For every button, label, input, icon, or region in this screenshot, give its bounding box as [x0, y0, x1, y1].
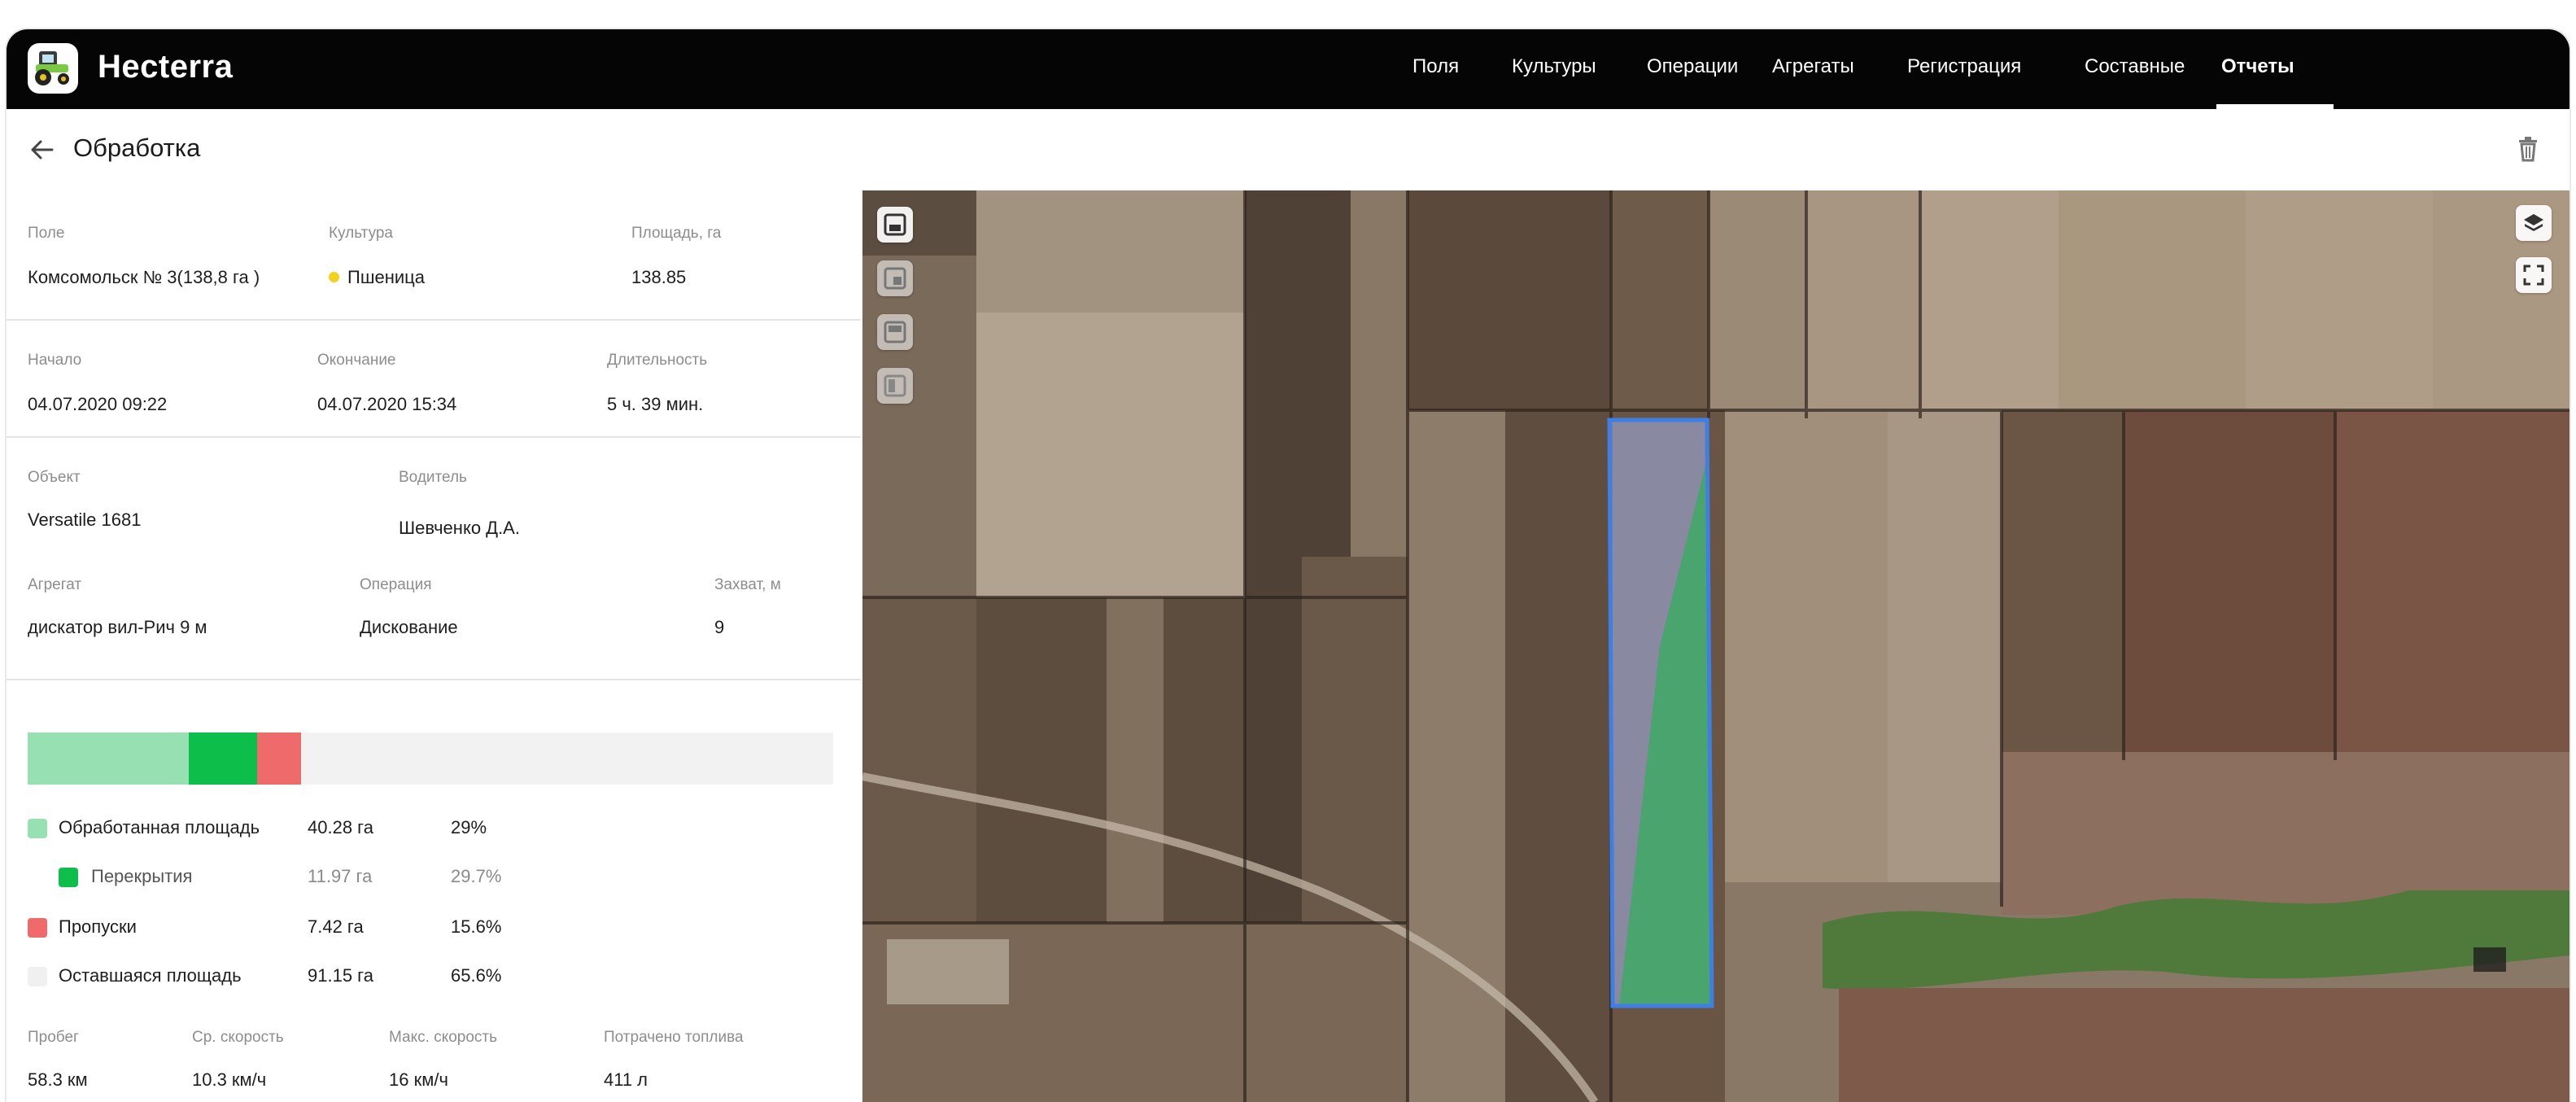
- legend-remaining: Оставшаяся площадь 91.15 га 65.6%: [7, 960, 861, 993]
- nav-composite[interactable]: Составные: [2085, 55, 2185, 78]
- driver-value: Шевченко Д.А.: [399, 518, 520, 538]
- legend-name: Перекрытия: [91, 866, 193, 886]
- legend-swatch: [28, 918, 47, 938]
- app-window: Hecterra Поля Культуры Операции Агрегаты…: [7, 29, 2569, 1102]
- nav-operations[interactable]: Операции: [1647, 55, 1738, 78]
- object-label: Объект: [28, 469, 81, 486]
- duration-value: 5 ч. 39 мин.: [607, 394, 704, 414]
- legend-gaps: Пропуски 7.42 га 15.6%: [7, 912, 861, 944]
- crop-name: Пшеница: [347, 267, 425, 287]
- unit-label: Агрегат: [28, 576, 82, 593]
- legend-percent: 15.6%: [451, 916, 502, 937]
- operation-label: Операция: [360, 576, 432, 593]
- operation-value: Дискование: [360, 617, 458, 637]
- mileage-value: 58.3 км: [28, 1069, 88, 1090]
- start-value: 04.07.2020 09:22: [28, 394, 168, 414]
- brand-name[interactable]: Hecterra: [98, 49, 233, 85]
- back-arrow-icon[interactable]: [28, 135, 57, 164]
- object-value: Versatile 1681: [28, 509, 142, 530]
- tractor-logo-icon[interactable]: [28, 43, 78, 94]
- legend-percent: 65.6%: [451, 965, 502, 986]
- gaps-segment: [257, 732, 301, 785]
- unit-value: дискатор вил-Рич 9 м: [28, 617, 207, 637]
- nav-reports[interactable]: Отчеты: [2221, 55, 2294, 78]
- width-value: 9: [714, 617, 725, 637]
- satellite-map[interactable]: [862, 190, 2569, 1102]
- top-bar: Hecterra Поля Культуры Операции Агрегаты…: [7, 29, 2569, 109]
- nav-units[interactable]: Агрегаты: [1772, 55, 1854, 78]
- time-section: Начало 04.07.2020 09:22 Окончание 04.07.…: [7, 319, 861, 438]
- page-header: Обработка: [7, 109, 2569, 191]
- legend-overlap: Перекрытия 11.97 га 29.7%: [7, 861, 861, 894]
- area-value: 138.85: [631, 267, 687, 287]
- avg-speed-label: Ср. скорость: [192, 1029, 284, 1046]
- end-label: Окончание: [317, 352, 396, 369]
- legend-percent: 29%: [451, 817, 487, 837]
- field-label: Поле: [28, 225, 65, 242]
- area-label: Площадь, га: [631, 225, 722, 242]
- satellite-view-icon[interactable]: [877, 260, 913, 296]
- fullscreen-icon[interactable]: [2516, 257, 2552, 293]
- max-speed-label: Макс. скорость: [389, 1029, 498, 1046]
- crop-value: Пшеница: [329, 267, 425, 288]
- legend-name: Обработанная площадь: [59, 817, 260, 837]
- crop-label: Культура: [329, 225, 393, 242]
- legend-area: 11.97 га: [308, 866, 373, 886]
- trash-icon[interactable]: [2516, 133, 2540, 163]
- legend-swatch: [28, 967, 47, 986]
- details-panel: Поле Комсомольск № 3(138,8 га ) Культура…: [7, 190, 861, 1102]
- duration-label: Длительность: [607, 352, 708, 369]
- start-label: Начало: [28, 352, 82, 369]
- legend-swatch: [28, 819, 47, 838]
- nav-registration[interactable]: Регистрация: [1907, 55, 2021, 78]
- overlap-segment: [189, 732, 257, 785]
- crop-color-dot: [329, 272, 339, 282]
- nav-fields[interactable]: Поля: [1412, 55, 1459, 78]
- field-value: Комсомольск № 3(138,8 га ): [28, 267, 260, 287]
- nav-crops[interactable]: Культуры: [1512, 55, 1596, 78]
- legend-area: 40.28 га: [308, 817, 373, 837]
- page-title: Обработка: [73, 133, 201, 162]
- hybrid-view-icon[interactable]: [877, 314, 913, 350]
- avg-speed-value: 10.3 км/ч: [192, 1069, 267, 1090]
- field-section: Поле Комсомольск № 3(138,8 га ) Культура…: [7, 190, 861, 321]
- terrain-view-icon[interactable]: [877, 368, 913, 404]
- map-imagery[interactable]: [862, 190, 2569, 1102]
- map-view-icon[interactable]: [877, 207, 913, 243]
- legend-percent: 29.7%: [451, 866, 502, 886]
- legend-area: 91.15 га: [308, 965, 373, 986]
- legend-processed: Обработанная площадь 40.28 га 29%: [7, 812, 861, 845]
- end-value: 04.07.2020 15:34: [317, 394, 457, 414]
- coverage-progress-bar: [28, 732, 833, 785]
- legend-name: Пропуски: [59, 916, 137, 937]
- fuel-value: 411 л: [604, 1069, 648, 1090]
- layers-icon[interactable]: [2516, 205, 2552, 241]
- mileage-label: Пробег: [28, 1029, 79, 1046]
- processed-segment: [28, 732, 189, 785]
- driver-label: Водитель: [399, 469, 467, 486]
- fuel-label: Потрачено топлива: [604, 1029, 744, 1046]
- legend-area: 7.42 га: [308, 916, 364, 937]
- width-label: Захват, м: [714, 576, 781, 593]
- legend-name: Оставшаяся площадь: [59, 965, 242, 986]
- max-speed-value: 16 км/ч: [389, 1069, 448, 1090]
- legend-swatch: [59, 868, 78, 887]
- unit-section: Объект Versatile 1681 Водитель Шевченко …: [7, 436, 861, 680]
